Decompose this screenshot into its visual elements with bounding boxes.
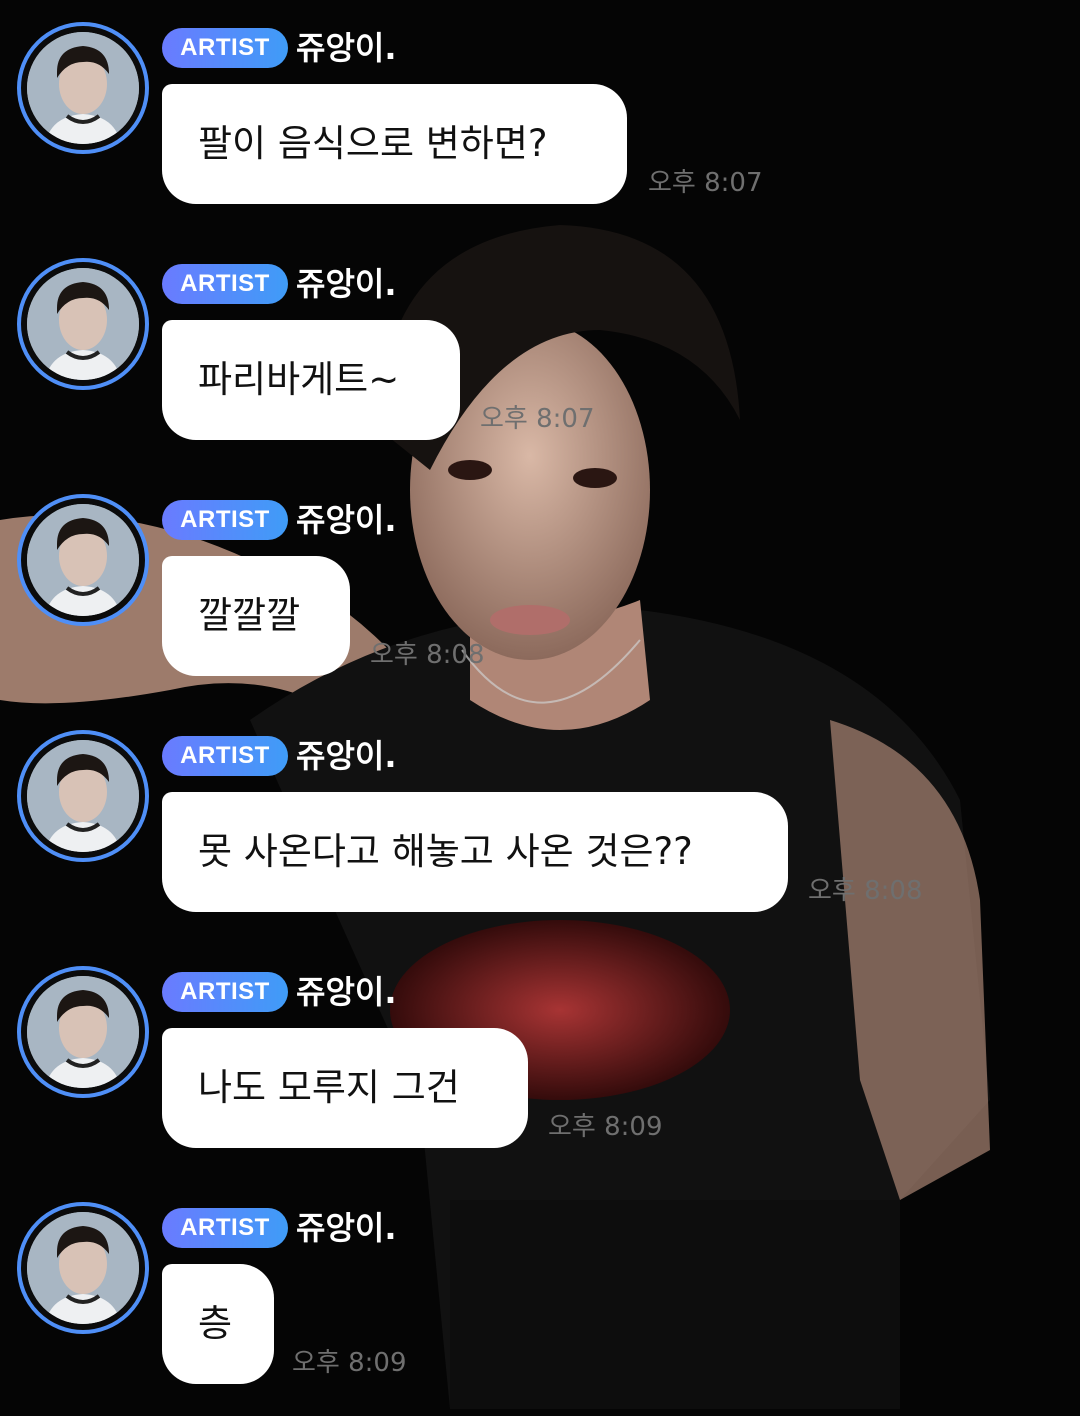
message-bubble[interactable]: 팔이 음식으로 변하면?	[162, 84, 627, 204]
avatar[interactable]	[17, 22, 149, 154]
message-time: 오후 8:09	[548, 1112, 663, 1142]
sender-name[interactable]: 쥬앙이.	[296, 26, 396, 70]
message-time: 오후 8:09	[292, 1348, 407, 1378]
profile-photo-icon	[27, 504, 139, 616]
artist-badge: ARTIST	[162, 736, 288, 776]
sender-name[interactable]: 쥬앙이.	[296, 262, 396, 306]
message-time: 오후 8:08	[808, 876, 923, 906]
chat-message: ARTIST 쥬앙이. 깔깔깔 오후 8:08	[0, 472, 1080, 708]
message-time: 오후 8:08	[370, 640, 485, 670]
avatar[interactable]	[17, 966, 149, 1098]
chat-message: ARTIST 쥬앙이. 층 오후 8:09	[0, 1180, 1080, 1416]
sender-name[interactable]: 쥬앙이.	[296, 734, 396, 778]
chat-message: ARTIST 쥬앙이. 못 사온다고 해놓고 사온 것은?? 오후 8:08	[0, 708, 1080, 944]
profile-photo-icon	[27, 268, 139, 380]
artist-badge: ARTIST	[162, 500, 288, 540]
message-bubble[interactable]: 나도 모루지 그건	[162, 1028, 528, 1148]
profile-photo-icon	[27, 32, 139, 144]
artist-badge: ARTIST	[162, 28, 288, 68]
profile-photo-icon	[27, 1212, 139, 1324]
message-bubble[interactable]: 못 사온다고 해놓고 사온 것은??	[162, 792, 788, 912]
profile-photo-icon	[27, 740, 139, 852]
chat-message: ARTIST 쥬앙이. 나도 모루지 그건 오후 8:09	[0, 944, 1080, 1180]
avatar[interactable]	[17, 258, 149, 390]
message-bubble[interactable]: 깔깔깔	[162, 556, 350, 676]
sender-name[interactable]: 쥬앙이.	[296, 498, 396, 542]
avatar[interactable]	[17, 494, 149, 626]
artist-badge: ARTIST	[162, 264, 288, 304]
artist-badge: ARTIST	[162, 972, 288, 1012]
avatar[interactable]	[17, 1202, 149, 1334]
message-time: 오후 8:07	[648, 168, 763, 198]
message-bubble[interactable]: 층	[162, 1264, 274, 1384]
chat-message: ARTIST 쥬앙이. 팔이 음식으로 변하면? 오후 8:07	[0, 0, 1080, 236]
sender-name[interactable]: 쥬앙이.	[296, 1206, 396, 1250]
message-time: 오후 8:07	[480, 404, 595, 434]
chat-message: ARTIST 쥬앙이. 파리바게트~ 오후 8:07	[0, 236, 1080, 472]
avatar[interactable]	[17, 730, 149, 862]
message-bubble[interactable]: 파리바게트~	[162, 320, 460, 440]
profile-photo-icon	[27, 976, 139, 1088]
sender-name[interactable]: 쥬앙이.	[296, 970, 396, 1014]
artist-badge: ARTIST	[162, 1208, 288, 1248]
